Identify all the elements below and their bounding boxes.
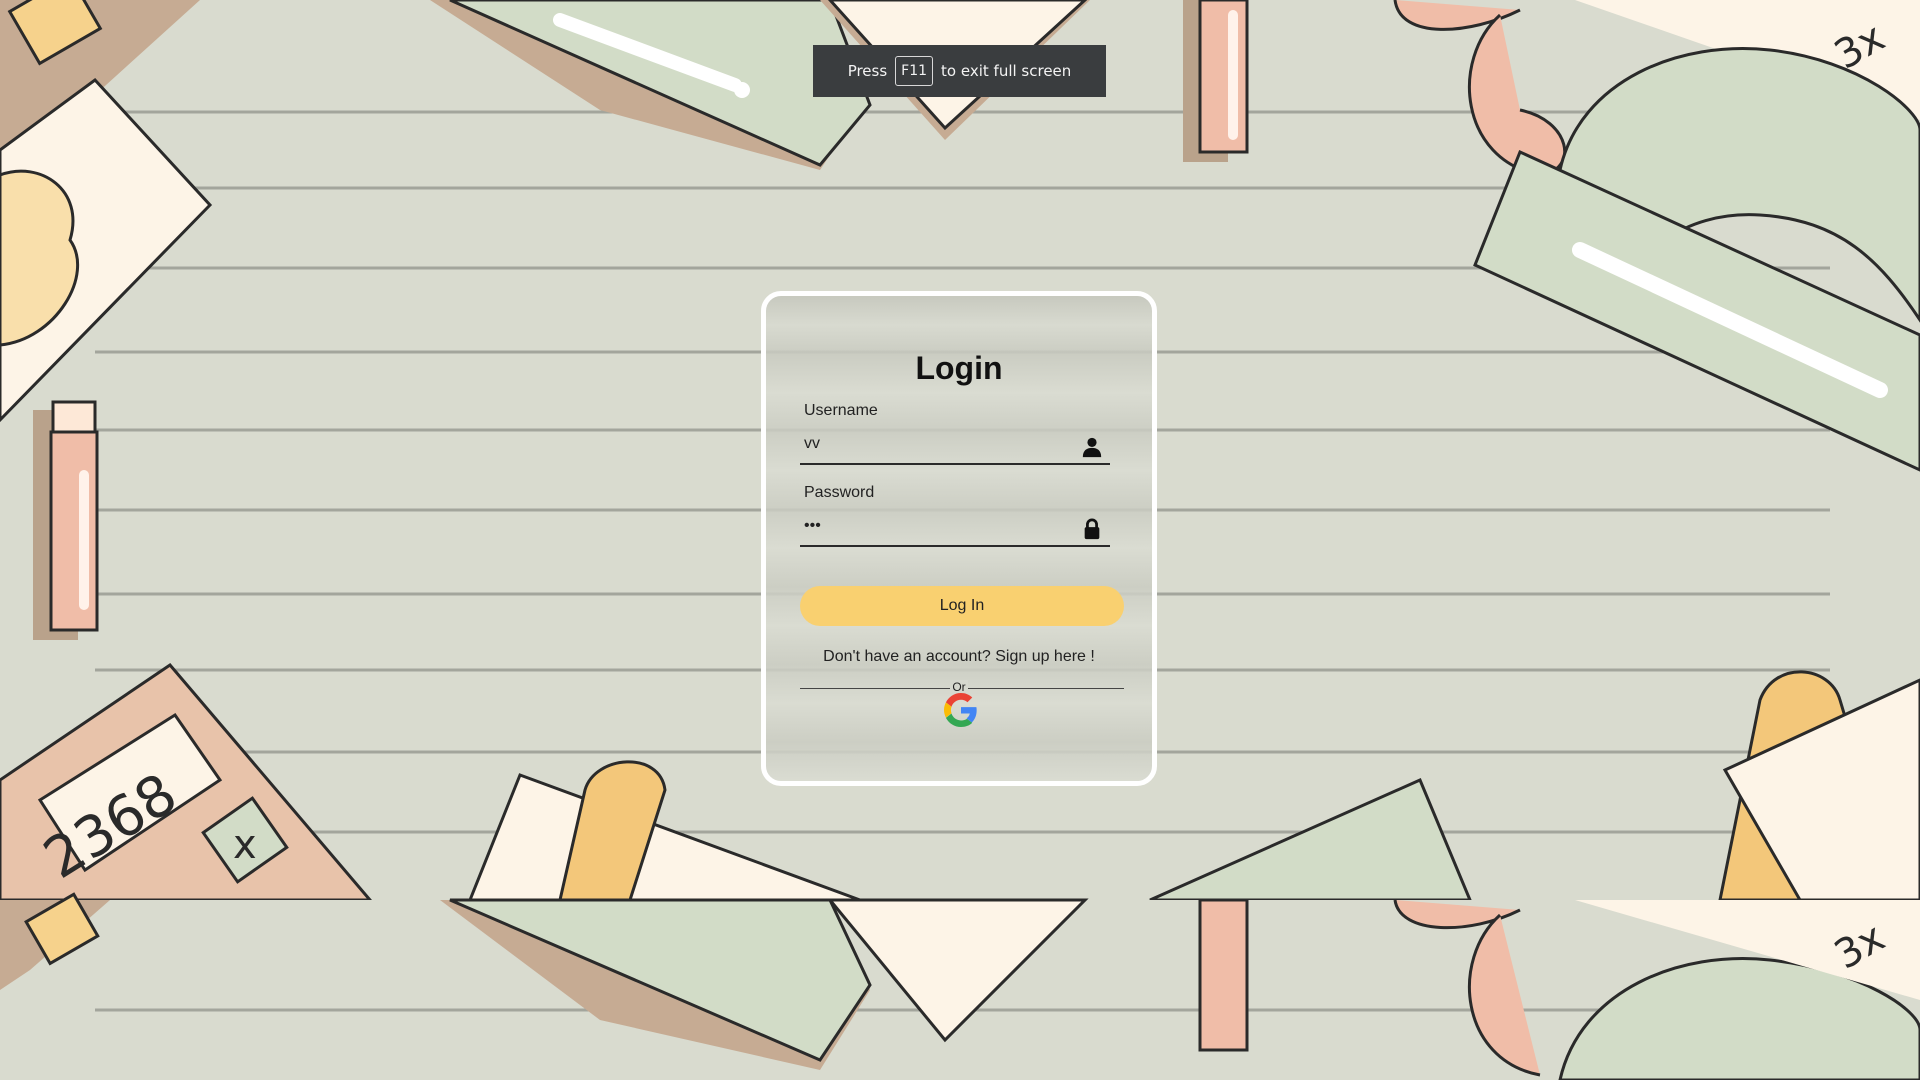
username-input[interactable]	[800, 425, 1110, 465]
or-text: Or	[950, 680, 968, 694]
google-icon[interactable]	[944, 693, 978, 727]
login-button[interactable]: Log In	[800, 586, 1124, 626]
fullscreen-notice: Press F11 to exit full screen	[813, 45, 1106, 97]
f11-key: F11	[895, 56, 934, 86]
fullscreen-notice-prefix: Press	[847, 62, 888, 80]
lock-icon	[1084, 518, 1100, 540]
password-input[interactable]	[800, 507, 1110, 547]
password-label: Password	[804, 484, 875, 501]
fullscreen-notice-suffix: to exit full screen	[941, 62, 1072, 80]
login-card: Login Username Password Log In Don't hav…	[761, 291, 1157, 786]
or-label: Or	[766, 680, 1152, 694]
svg-text:x: x	[233, 822, 257, 868]
signup-link[interactable]: Don't have an account? Sign up here !	[766, 648, 1152, 666]
login-title: Login	[915, 350, 1003, 386]
user-icon	[1082, 437, 1102, 458]
username-label: Username	[804, 402, 878, 419]
